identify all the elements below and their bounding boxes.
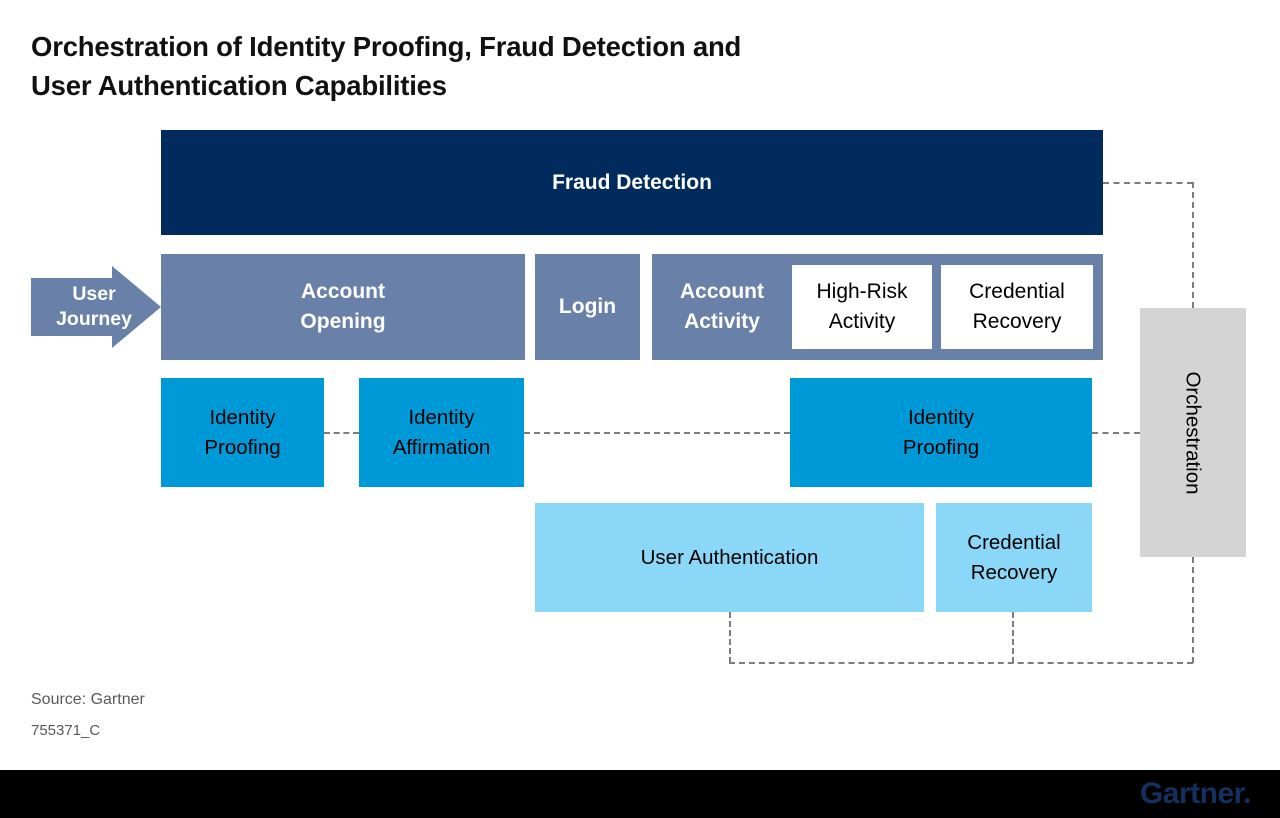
- connector-proofing-to-affirmation: [324, 432, 359, 434]
- orchestration-label: Orchestration: [1182, 370, 1205, 495]
- stage-login: Login: [535, 254, 640, 360]
- capability-identity-affirmation: Identity Affirmation: [359, 378, 524, 487]
- user-journey-arrow: User Journey: [31, 266, 161, 348]
- capability-credential-recovery: Credential Recovery: [936, 503, 1092, 612]
- document-id: 755371_C: [31, 722, 101, 739]
- stage-high-risk-activity: High-Risk Activity: [792, 265, 932, 349]
- connector-fraud-to-orchestration-horizontal: [1103, 182, 1193, 184]
- orchestration-panel: Orchestration: [1140, 308, 1246, 557]
- fraud-detection-block: Fraud Detection: [161, 130, 1103, 235]
- slide-canvas: Orchestration of Identity Proofing, Frau…: [0, 0, 1280, 818]
- connector-bottom-bus-to-orchestration: [1192, 557, 1194, 663]
- connector-affirmation-to-proofing-right: [524, 432, 790, 434]
- connector-bottom-bus: [729, 662, 1193, 664]
- stage-account-activity-label: Account Activity: [680, 280, 764, 333]
- connector-credential-recovery-drop: [1012, 612, 1014, 663]
- stage-account-activity-group: Account Activity High-Risk Activity Cred…: [652, 254, 1103, 360]
- footer-bar: Gartner.: [0, 770, 1280, 818]
- source-attribution: Source: Gartner: [31, 691, 145, 708]
- stage-credential-recovery: Credential Recovery: [941, 265, 1093, 349]
- stage-account-opening: Account Opening: [161, 254, 525, 360]
- gartner-logo: Gartner.: [1139, 777, 1252, 810]
- connector-proofing-right-to-orchestration: [1092, 432, 1140, 434]
- connector-user-auth-drop: [729, 612, 731, 663]
- user-journey-label: User Journey: [56, 283, 132, 330]
- capability-identity-proofing-right: Identity Proofing: [790, 378, 1092, 487]
- capability-identity-proofing-left: Identity Proofing: [161, 378, 324, 487]
- page-title: Orchestration of Identity Proofing, Frau…: [31, 31, 742, 101]
- capability-user-authentication: User Authentication: [535, 503, 924, 612]
- connector-fraud-to-orchestration-vertical: [1192, 182, 1194, 308]
